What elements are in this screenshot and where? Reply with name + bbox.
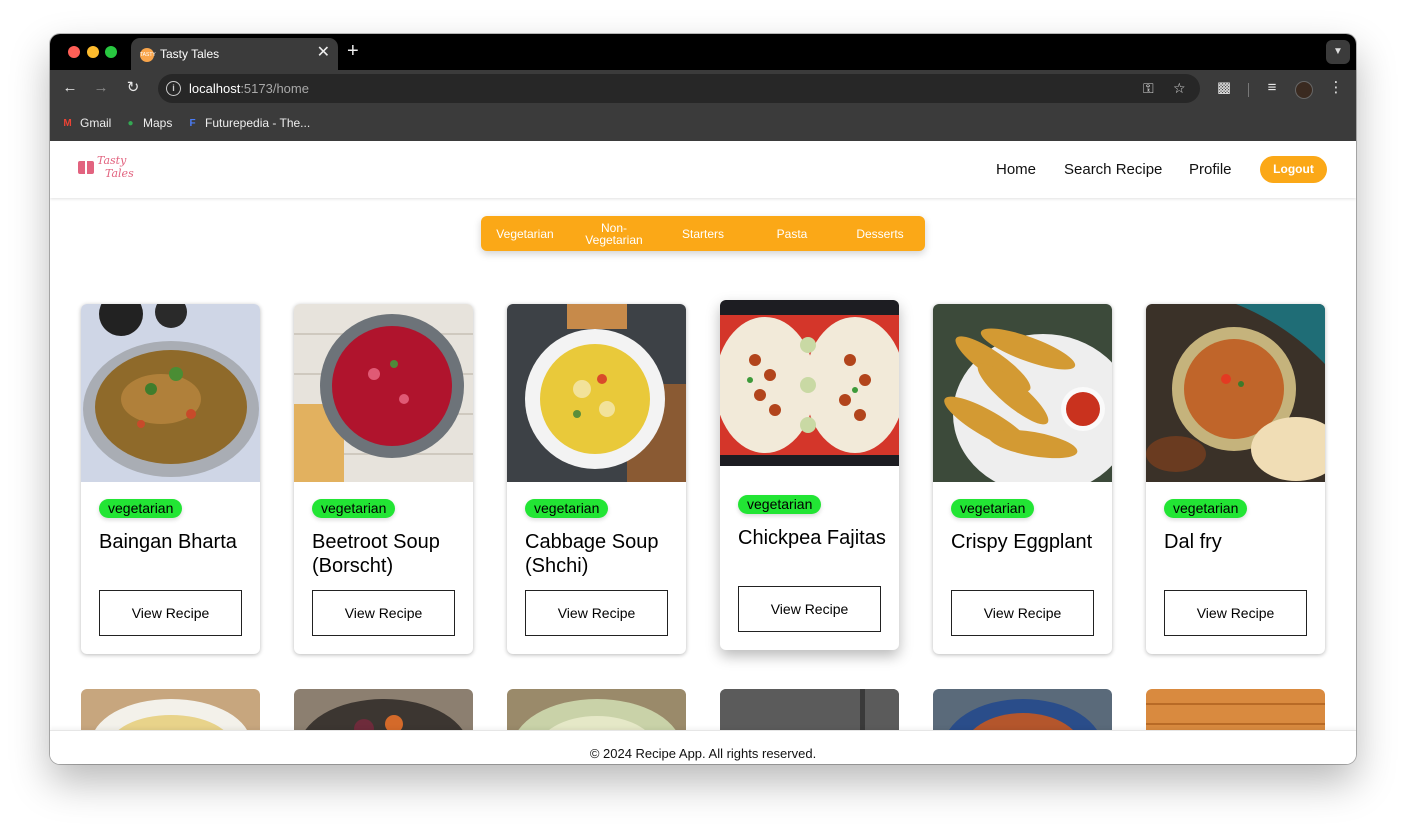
gmail-icon: M [63,117,72,129]
category-non-vegetarian[interactable]: Non- Vegetarian [570,216,658,251]
browser-toolbar: ← → ↻ i localhost:5173/home ⚿ ☆ ▩ ≡ ⋮ [50,70,1356,107]
view-recipe-button[interactable]: View Recipe [1164,590,1307,636]
back-arrow-icon[interactable]: ← [60,78,80,98]
address-bar[interactable]: i localhost:5173/home ⚿ ☆ [158,74,1200,103]
category-badge: vegetarian [99,499,183,518]
browser-tab[interactable]: TASTY Tasty Tales ✕ [131,38,338,70]
recipe-title: Baingan Bharta [99,531,237,553]
site-footer: © 2024 Recipe App. All rights reserved. [50,730,1356,764]
recipe-card: vegetarian Cabbage Soup (Shchi) View Rec… [507,304,686,654]
recipe-image-chickpea-fajitas[interactable] [720,300,899,466]
category-badge: vegetarian [1164,499,1248,518]
maps-icon: ● [127,117,134,129]
view-recipe-button[interactable]: View Recipe [738,586,881,632]
tab-strip: TASTY Tasty Tales ✕ + ▼ [50,34,1356,70]
profile-avatar-icon[interactable] [1295,81,1313,99]
recipe-image-crispy-eggplant[interactable] [933,304,1112,482]
bookmark-star-icon[interactable]: ☆ [1173,79,1186,97]
minimize-window-button[interactable] [87,46,99,58]
forward-arrow-icon[interactable]: → [91,78,111,98]
password-key-icon[interactable]: ⚿ [1143,79,1154,97]
tab-favicon-icon: TASTY [140,48,156,62]
logo-line-1: Tasty [97,154,127,167]
recipe-title: Cabbage Soup (Shchi) [525,531,659,577]
futurepedia-icon: F [189,117,196,129]
view-recipe-button[interactable]: View Recipe [99,590,242,636]
recipe-image-cabbage-soup[interactable] [507,304,686,482]
site-info-icon[interactable]: i [166,81,181,96]
new-tab-button[interactable]: + [347,40,359,62]
reload-icon[interactable]: ↻ [123,78,143,98]
bookmark-futurepedia[interactable]: F Futurepedia - The... [186,116,310,130]
category-bar: Vegetarian Non- Vegetarian Starters Past… [481,216,925,251]
page-viewport: Tasty Tales Home Search Recipe Profile L… [50,141,1356,764]
category-pasta[interactable]: Pasta [748,216,836,251]
category-badge: vegetarian [951,499,1035,518]
tab-title: Tasty Tales [160,47,220,61]
logo-line-2: Tales [105,167,134,180]
view-recipe-button[interactable]: View Recipe [525,590,668,636]
recipe-title: Chickpea Fajitas [738,527,886,549]
book-icon [78,160,94,174]
url-host: localhost [189,81,241,96]
toolbar-divider [1248,83,1249,97]
recipe-image-beetroot-soup[interactable] [294,304,473,482]
recipe-card: vegetarian Baingan Bharta View Recipe [81,304,260,654]
category-badge: vegetarian [525,499,609,518]
extensions-puzzle-icon[interactable]: ▩ [1214,78,1234,98]
url-text: localhost:5173/home [189,81,309,96]
category-badge: vegetarian [312,499,396,518]
recipe-card: vegetarian Beetroot Soup (Borscht) View … [294,304,473,654]
recipe-image-baingan-bharta[interactable] [81,304,260,482]
bookmark-maps[interactable]: ● Maps [124,116,172,130]
category-vegetarian[interactable]: Vegetarian [481,216,569,251]
site-logo[interactable]: Tasty Tales [78,154,134,180]
view-recipe-button[interactable]: View Recipe [312,590,455,636]
bookmarks-bar: M Gmail ● Maps F Futurepedia - The... [50,107,1356,141]
tab-close-icon[interactable]: ✕ [317,44,330,62]
nav-profile[interactable]: Profile [1189,161,1232,178]
media-queue-icon[interactable]: ≡ [1262,78,1282,98]
category-desserts[interactable]: Desserts [836,216,924,251]
view-recipe-button[interactable]: View Recipe [951,590,1094,636]
recipe-title: Beetroot Soup (Borscht) [312,531,440,577]
category-starters[interactable]: Starters [659,216,747,251]
logo-text: Tasty Tales [97,154,134,180]
nav-search-recipe[interactable]: Search Recipe [1064,161,1162,178]
close-window-button[interactable] [68,46,80,58]
tab-search-chevron-icon[interactable]: ▼ [1326,40,1350,64]
bookmark-label: Futurepedia - The... [205,116,311,130]
recipe-card: vegetarian Crispy Eggplant View Recipe [933,304,1112,654]
recipe-card: vegetarian Dal fry View Recipe [1146,304,1325,654]
recipe-title: Crispy Eggplant [951,531,1093,553]
menu-kebab-icon[interactable]: ⋮ [1326,78,1346,98]
maximize-window-button[interactable] [105,46,117,58]
browser-window: TASTY Tasty Tales ✕ + ▼ ← → ↻ i localhos… [50,34,1356,764]
url-path: :5173/home [240,81,309,96]
bookmark-label: Gmail [80,116,112,130]
bookmark-gmail[interactable]: M Gmail [61,116,111,130]
recipe-image-dal-fry[interactable] [1146,304,1325,482]
category-badge: vegetarian [738,495,822,514]
footer-copyright: © 2024 Recipe App. All rights reserved. [589,746,817,761]
recipe-title: Dal fry [1164,531,1222,553]
logout-button[interactable]: Logout [1260,156,1327,183]
recipe-card: vegetarian Chickpea Fajitas View Recipe [720,300,899,650]
nav-home[interactable]: Home [996,161,1036,178]
bookmark-label: Maps [143,116,173,130]
site-navbar: Tasty Tales Home Search Recipe Profile L… [50,141,1356,198]
